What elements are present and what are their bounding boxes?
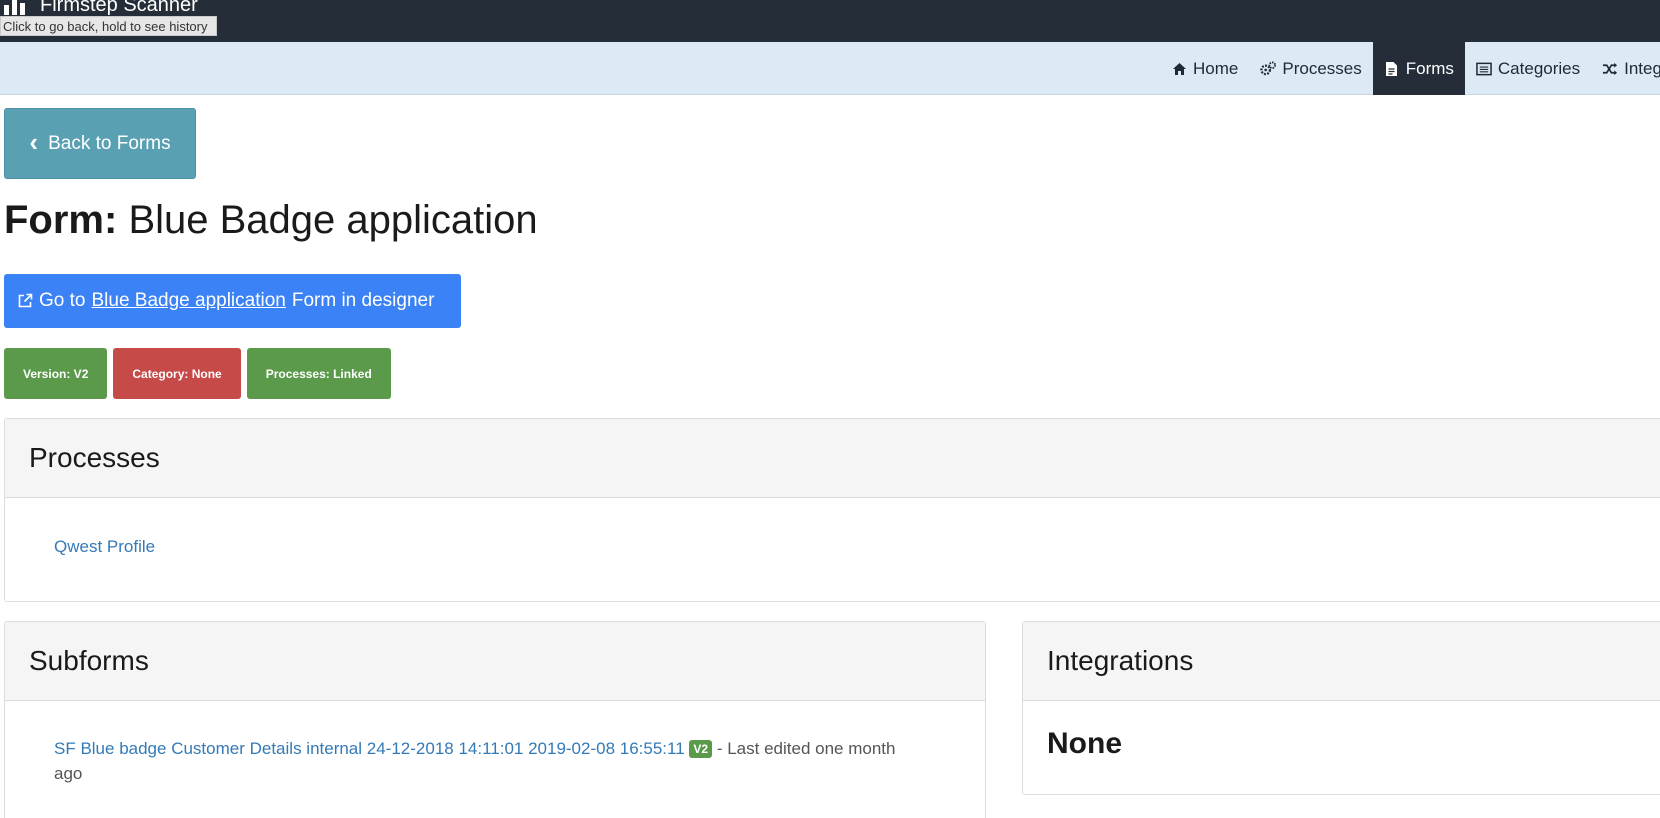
chevron-left-icon: ‹ (29, 127, 39, 157)
designer-button-post: Form in designer (291, 290, 435, 311)
processes-panel: Processes Qwest Profile (4, 418, 1660, 602)
nav-item-forms[interactable]: Forms (1372, 42, 1465, 95)
nav-item-integrations[interactable]: Integ (1591, 42, 1660, 95)
integrations-value: None (1047, 727, 1122, 760)
nav-item-label: Integ (1624, 58, 1660, 78)
nav-item-categories[interactable]: Categories (1465, 42, 1591, 95)
subforms-panel-heading: Subforms (5, 622, 985, 701)
subforms-panel: Subforms SF Blue badge Customer Details … (4, 621, 986, 818)
subform-link[interactable]: SF Blue badge Customer Details internal … (54, 739, 685, 758)
back-history-tooltip: Click to go back, hold to see history (0, 16, 217, 36)
file-icon (1384, 61, 1400, 77)
nav-item-home[interactable]: Home (1160, 42, 1249, 95)
nav-menu: Home Processes Forms Categories Integ (1160, 42, 1660, 95)
external-link-icon (17, 293, 33, 309)
nav-item-label: Home (1193, 58, 1239, 78)
brand[interactable]: Firmstep Scanner (0, 0, 198, 17)
category-badge: Category: None (113, 348, 241, 399)
top-bar: Firmstep Scanner Click to go back, hold … (0, 0, 1660, 42)
process-link[interactable]: Qwest Profile (54, 537, 155, 556)
version-badge: Version: V2 (4, 348, 108, 399)
nav-item-label: Forms (1405, 58, 1454, 78)
open-in-designer-button[interactable]: Go to Blue Badge application Form in des… (4, 274, 461, 328)
shuffle-icon (1602, 61, 1618, 77)
subform-item: SF Blue badge Customer Details internal … (5, 701, 985, 786)
back-to-forms-button[interactable]: ‹ Back to Forms (4, 108, 196, 179)
integrations-panel-heading: Integrations (1023, 622, 1660, 701)
page-title: Form: Blue Badge application (4, 198, 538, 243)
cogs-icon (1260, 61, 1277, 77)
status-badges: Version: V2 Category: None Processes: Li… (4, 348, 391, 399)
list-alt-icon (1476, 61, 1492, 77)
nav-item-label: Categories (1497, 58, 1581, 78)
page-title-name: Blue Badge application (128, 198, 538, 242)
page-title-prefix: Form: (4, 198, 118, 242)
designer-button-link[interactable]: Blue Badge application (91, 290, 285, 312)
brand-title: Firmstep Scanner (40, 0, 198, 16)
nav-item-processes[interactable]: Processes (1249, 42, 1372, 95)
nav-item-label: Processes (1282, 58, 1362, 78)
back-button-label: Back to Forms (48, 132, 171, 154)
processes-badge: Processes: Linked (246, 348, 391, 399)
processes-panel-heading: Processes (5, 419, 1660, 498)
bar-chart-icon (0, 0, 32, 17)
navbar: Home Processes Forms Categories Integ (0, 42, 1660, 95)
subform-version-badge: V2 (689, 740, 713, 758)
designer-button-pre: Go to (39, 290, 86, 311)
integrations-panel: Integrations None (1022, 621, 1660, 795)
home-icon (1171, 61, 1187, 77)
